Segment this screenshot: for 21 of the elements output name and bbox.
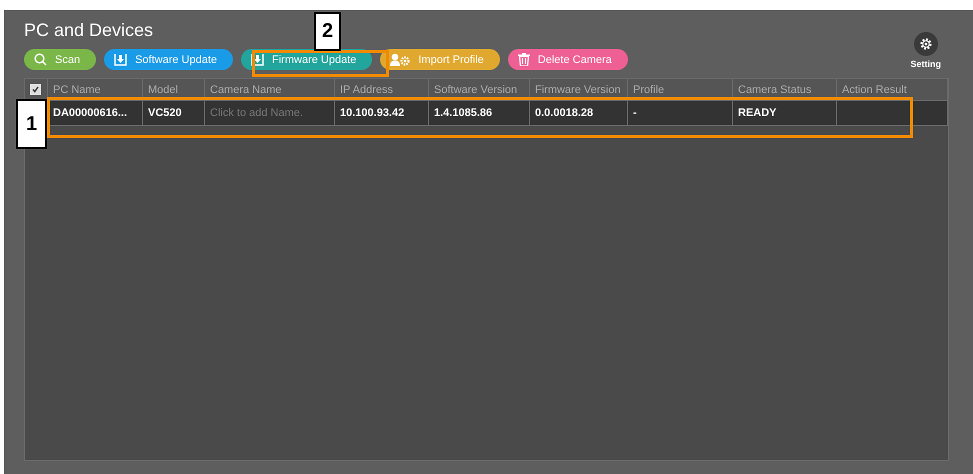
table-cell: 0.0.0018.28 xyxy=(530,101,628,125)
page-title: PC and Devices xyxy=(24,20,154,41)
search-icon xyxy=(34,53,47,66)
table-cell: VC520 xyxy=(143,101,205,125)
toolbar-button[interactable]: Import Profile xyxy=(380,49,500,70)
callout-number: 2 xyxy=(314,12,341,51)
table-cell: - xyxy=(628,101,733,125)
trash-icon xyxy=(518,53,530,66)
download-icon xyxy=(114,53,128,66)
camera-name-field[interactable]: Click to add Name. xyxy=(205,101,335,125)
download-icon xyxy=(251,53,264,66)
toolbar-button[interactable]: Software Update xyxy=(104,49,234,70)
select-all-checkbox[interactable] xyxy=(30,84,41,95)
table-cell: READY xyxy=(733,101,837,125)
table-cell: 1.4.1085.86 xyxy=(429,101,530,125)
toolbar-button[interactable]: Delete Camera xyxy=(508,49,628,70)
callout-number: 1 xyxy=(16,99,47,149)
person-gear-icon xyxy=(390,53,410,66)
table-cell: 10.100.93.42 xyxy=(335,101,429,125)
toolbar-button[interactable]: Scan xyxy=(24,49,96,70)
settings-icon xyxy=(918,37,933,51)
